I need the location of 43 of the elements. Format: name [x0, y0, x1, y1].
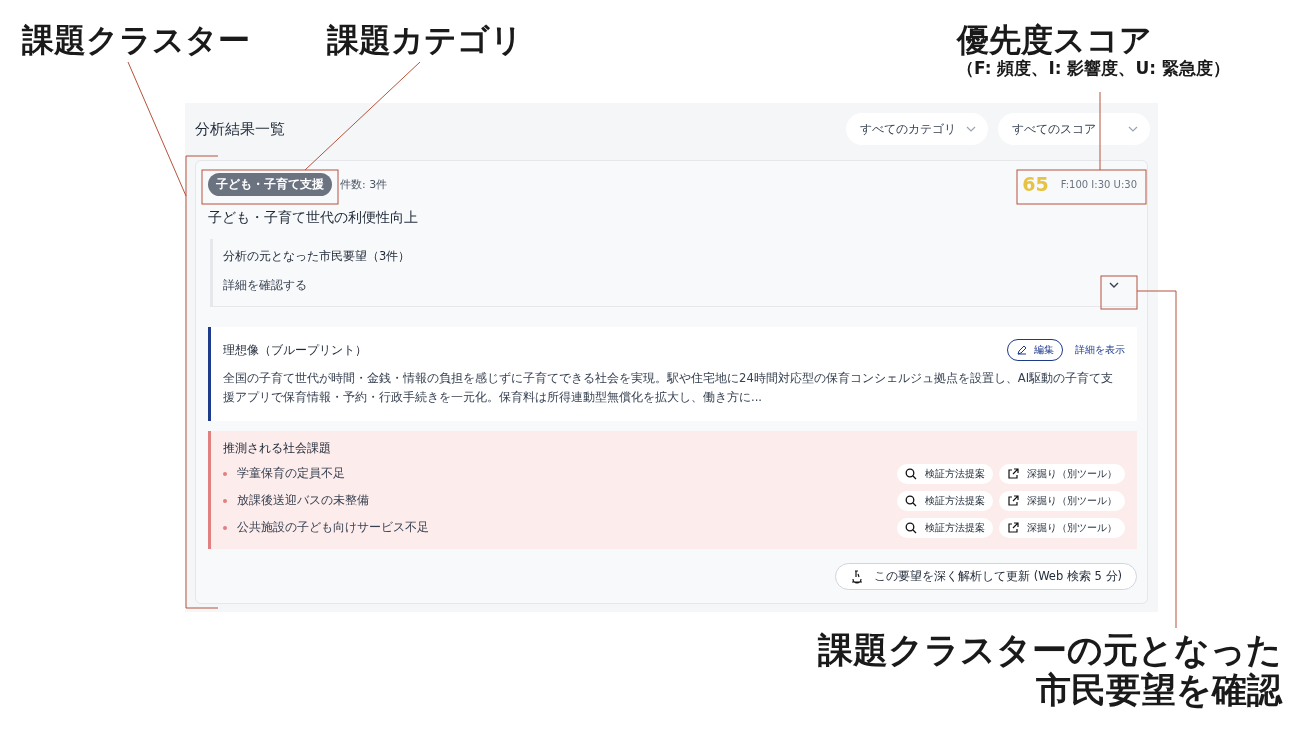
- external-link-icon: [1007, 521, 1019, 534]
- verify-button[interactable]: 検証方法提案: [897, 490, 993, 511]
- annotation-label: 課題クラスター: [22, 22, 250, 59]
- issues-title: 推測される社会課題: [223, 441, 332, 456]
- view-details-link[interactable]: 詳細を表示: [1075, 343, 1125, 357]
- external-link-icon: [1007, 494, 1019, 507]
- external-link-icon: [1007, 467, 1019, 480]
- annotation-label: 優先度スコア （F: 頻度、I: 影響度、U: 緊急度）: [957, 22, 1230, 79]
- verify-button[interactable]: 検証方法提案: [897, 517, 993, 538]
- annotation-label: 課題カテゴリ: [327, 22, 523, 59]
- source-title: 分析の元となった市民要望（3件）: [223, 249, 412, 264]
- annotation-label: 課題クラスターの元となった 市民要望を確認: [818, 630, 1282, 711]
- bullet-icon: [223, 498, 227, 503]
- bullet-icon: [223, 471, 227, 476]
- issue-text: 学童保育の定員不足: [237, 466, 346, 481]
- chevron-icon: [966, 126, 976, 132]
- details-link[interactable]: 詳細を確認する: [223, 277, 307, 293]
- blueprint-text: 全国の子育て世代が時間・金銭・情報の負担を感じずに子育てできる社会を実現。駅や住宅地に24時間対応型の保育コンシェルジュ拠点を設置し、AI駆動の子育て支援アプリで保育情報・予約・行政手続きを一元化。保育料は所得連動型無償化を拡大し、働き方に...: [223, 370, 1115, 406]
- score-value: 65: [1022, 173, 1049, 195]
- issue-text: 公共施設の子ども向けサービス不足: [237, 520, 430, 535]
- chevron-icon: [1128, 126, 1138, 132]
- verify-button[interactable]: 検証方法提案: [897, 463, 993, 484]
- category-tag: 子ども・子育て支援: [208, 172, 332, 196]
- deep-dive-button[interactable]: 深掘り（別ツール）: [999, 463, 1125, 484]
- cluster-title: 子ども・子育て世代の利便性向上: [208, 209, 419, 227]
- score-detail: F:100 I:30 U:30: [1060, 178, 1137, 190]
- highlight-frame: [1100, 275, 1138, 310]
- issue-text: 放課後送迎バスの未整備: [237, 493, 370, 508]
- blueprint-title: 理想像（ブループリント）: [223, 342, 368, 358]
- filter-dropdown[interactable]: すべてのカテゴリ: [846, 113, 988, 145]
- filter-dropdown[interactable]: すべてのスコア: [998, 113, 1150, 145]
- search-icon: [905, 467, 917, 480]
- search-icon: [905, 521, 917, 534]
- chevron-icon: [1109, 282, 1119, 288]
- deep-dive-button[interactable]: 深掘り（別ツール）: [999, 517, 1125, 538]
- pencil-icon: [1016, 344, 1028, 356]
- bullet-icon: [223, 525, 227, 530]
- deep-dive-button[interactable]: 深掘り（別ツール）: [999, 490, 1125, 511]
- panel-title: 分析結果一覧: [195, 119, 286, 139]
- edit-button[interactable]: 編集: [1007, 339, 1063, 361]
- update-button[interactable]: この要望を深く解析して更新 (Web 検索 5 分): [835, 563, 1137, 590]
- count-label: 件数: 3件: [340, 176, 389, 192]
- search-icon: [905, 494, 917, 507]
